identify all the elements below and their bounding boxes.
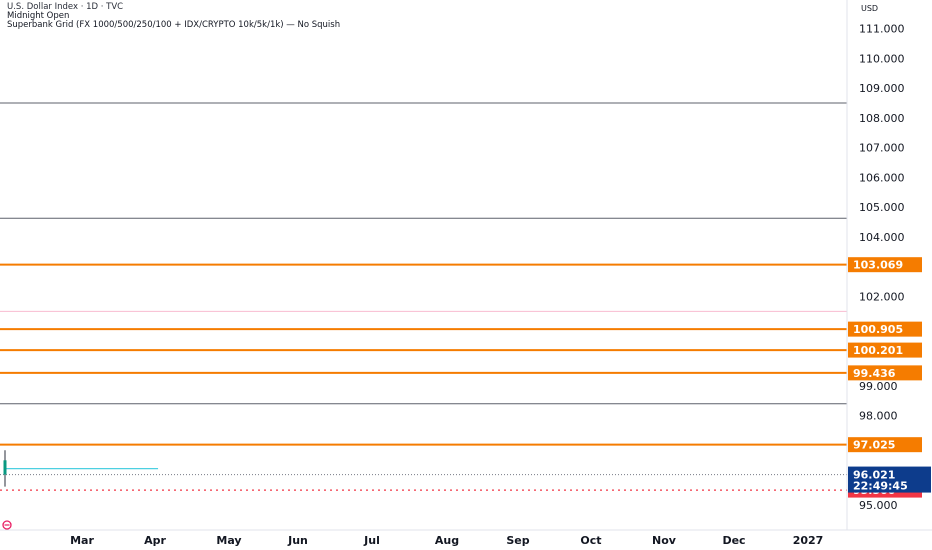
price-tick-label: 111.000	[859, 23, 905, 36]
candle-body	[3, 460, 7, 475]
time-label: Aug	[435, 534, 459, 547]
time-label: Nov	[652, 534, 677, 547]
price-tick-label: 109.000	[859, 82, 905, 95]
price-series-layer	[0, 450, 847, 487]
price-tag-label: 97.025	[853, 439, 895, 452]
price-tick-label: 95.000	[859, 499, 898, 512]
bar-countdown: 22:49:45	[853, 480, 908, 493]
chart-canvas[interactable]: USD 111.000 110.000 109.000 108.000 107.000 1…	[0, 0, 932, 550]
time-label: Dec	[722, 534, 745, 547]
price-tag-label: 99.436	[853, 367, 896, 380]
price-tick-label: 106.000	[859, 171, 905, 184]
price-tick-label: 102.000	[859, 291, 905, 304]
chart-legend: U.S. Dollar Index · 1D · TVC Midnight Op…	[7, 3, 340, 30]
time-label: Sep	[506, 534, 529, 547]
time-label: 2027	[793, 534, 824, 547]
price-tick-label: 107.000	[859, 142, 905, 155]
price-tag-label: 103.069	[853, 259, 903, 272]
price-tick-label: 108.000	[859, 112, 905, 125]
price-tag-label: 100.201	[853, 344, 903, 357]
time-label: Jun	[287, 534, 308, 547]
price-tick-label: 98.000	[859, 410, 898, 423]
time-label: Jul	[363, 534, 380, 547]
legend-indicator-superbank-grid[interactable]: Superbank Grid (FX 1000/500/250/100 + ID…	[7, 21, 340, 30]
price-tick-label: 99.000	[859, 380, 898, 393]
time-label: Oct	[580, 534, 601, 547]
time-label: Mar	[70, 534, 94, 547]
price-tick-label: 110.000	[859, 52, 905, 65]
price-tag-label: 100.905	[853, 323, 903, 336]
price-axis-currency: USD	[861, 4, 878, 13]
time-label: May	[216, 534, 241, 547]
time-axis-labels: Mar Apr May Jun Jul Aug Sep Oct Nov Dec 2027	[70, 534, 823, 547]
price-tick-label: 105.000	[859, 201, 905, 214]
levels-layer	[0, 102, 847, 491]
time-label: Apr	[144, 534, 166, 547]
chart-settings-icon[interactable]	[2, 520, 12, 530]
price-tick-label: 104.000	[859, 231, 905, 244]
